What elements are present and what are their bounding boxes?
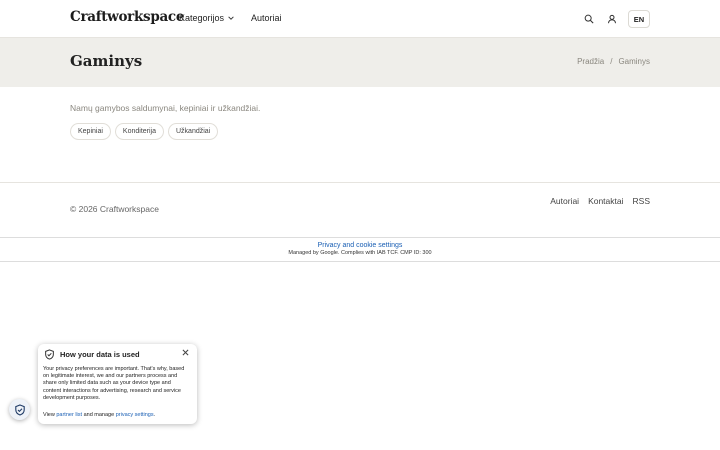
privacy-note: Managed by Google. Complies with IAB TCF… <box>288 250 432 256</box>
site-logo[interactable]: Craftworkspace <box>70 9 184 25</box>
tag-uzkandziai[interactable]: Užkandžiai <box>168 123 219 140</box>
consent-footer-prefix: View <box>43 412 55 418</box>
shield-icon <box>45 349 54 360</box>
footer-link-authors[interactable]: Autoriai <box>550 196 579 206</box>
category-description: Namų gamybos saldumynai, kepiniai ir užk… <box>70 103 261 113</box>
consent-footer: View partner list and manage privacy set… <box>43 412 155 418</box>
breadcrumb-separator: / <box>610 57 613 66</box>
site-header: Craftworkspace Kategorijos Autoriai EN <box>0 0 720 38</box>
partner-list-link[interactable]: partner list <box>56 412 82 418</box>
site-footer: © 2026 Craftworkspace Autoriai Kontaktai… <box>0 182 720 237</box>
privacy-shield-button[interactable] <box>9 399 30 420</box>
chevron-down-icon <box>228 16 234 20</box>
consent-title: How your data is used <box>60 350 140 359</box>
close-icon[interactable] <box>182 349 189 356</box>
nav-categories-label: Kategorijos <box>179 13 225 23</box>
consent-popup: How your data is used Your privacy prefe… <box>38 344 197 424</box>
consent-footer-suffix: . <box>153 412 156 418</box>
nav-authors-label: Autoriai <box>251 13 282 23</box>
page-title: Gaminys <box>70 52 143 70</box>
header-actions: EN <box>582 10 650 28</box>
nav-authors[interactable]: Autoriai <box>251 13 282 23</box>
page-title-band: Gaminys Pradžia / Gaminys <box>0 38 720 87</box>
consent-footer-middle: and manage <box>83 412 115 418</box>
nav-categories[interactable]: Kategorijos <box>179 13 235 23</box>
footer-link-contacts[interactable]: Kontaktai <box>588 196 623 206</box>
shield-check-icon <box>14 403 25 416</box>
privacy-settings-link[interactable]: Privacy and cookie settings <box>0 242 720 249</box>
main-nav: Kategorijos Autoriai <box>179 13 282 23</box>
footer-link-rss[interactable]: RSS <box>633 196 650 206</box>
consent-header: How your data is used <box>44 349 140 360</box>
search-icon[interactable] <box>582 13 595 26</box>
consent-body: Your privacy preferences are important. … <box>43 366 185 401</box>
language-switch[interactable]: EN <box>628 10 650 28</box>
tag-kepiniai[interactable]: Kepiniai <box>70 123 111 140</box>
breadcrumb-home[interactable]: Pradžia <box>577 57 604 66</box>
privacy-bar: Privacy and cookie settings Managed by G… <box>0 237 720 262</box>
breadcrumb: Pradžia / Gaminys <box>577 57 650 66</box>
tag-list: Kepiniai Konditerija Užkandžiai <box>70 123 219 140</box>
copyright: © 2026 Craftworkspace <box>70 204 159 214</box>
breadcrumb-current: Gaminys <box>618 57 650 66</box>
user-icon[interactable] <box>605 13 618 26</box>
tag-konditerija[interactable]: Konditerija <box>114 123 164 140</box>
privacy-settings-inline-link[interactable]: privacy settings <box>116 412 154 418</box>
footer-links: Autoriai Kontaktai RSS <box>550 196 650 206</box>
